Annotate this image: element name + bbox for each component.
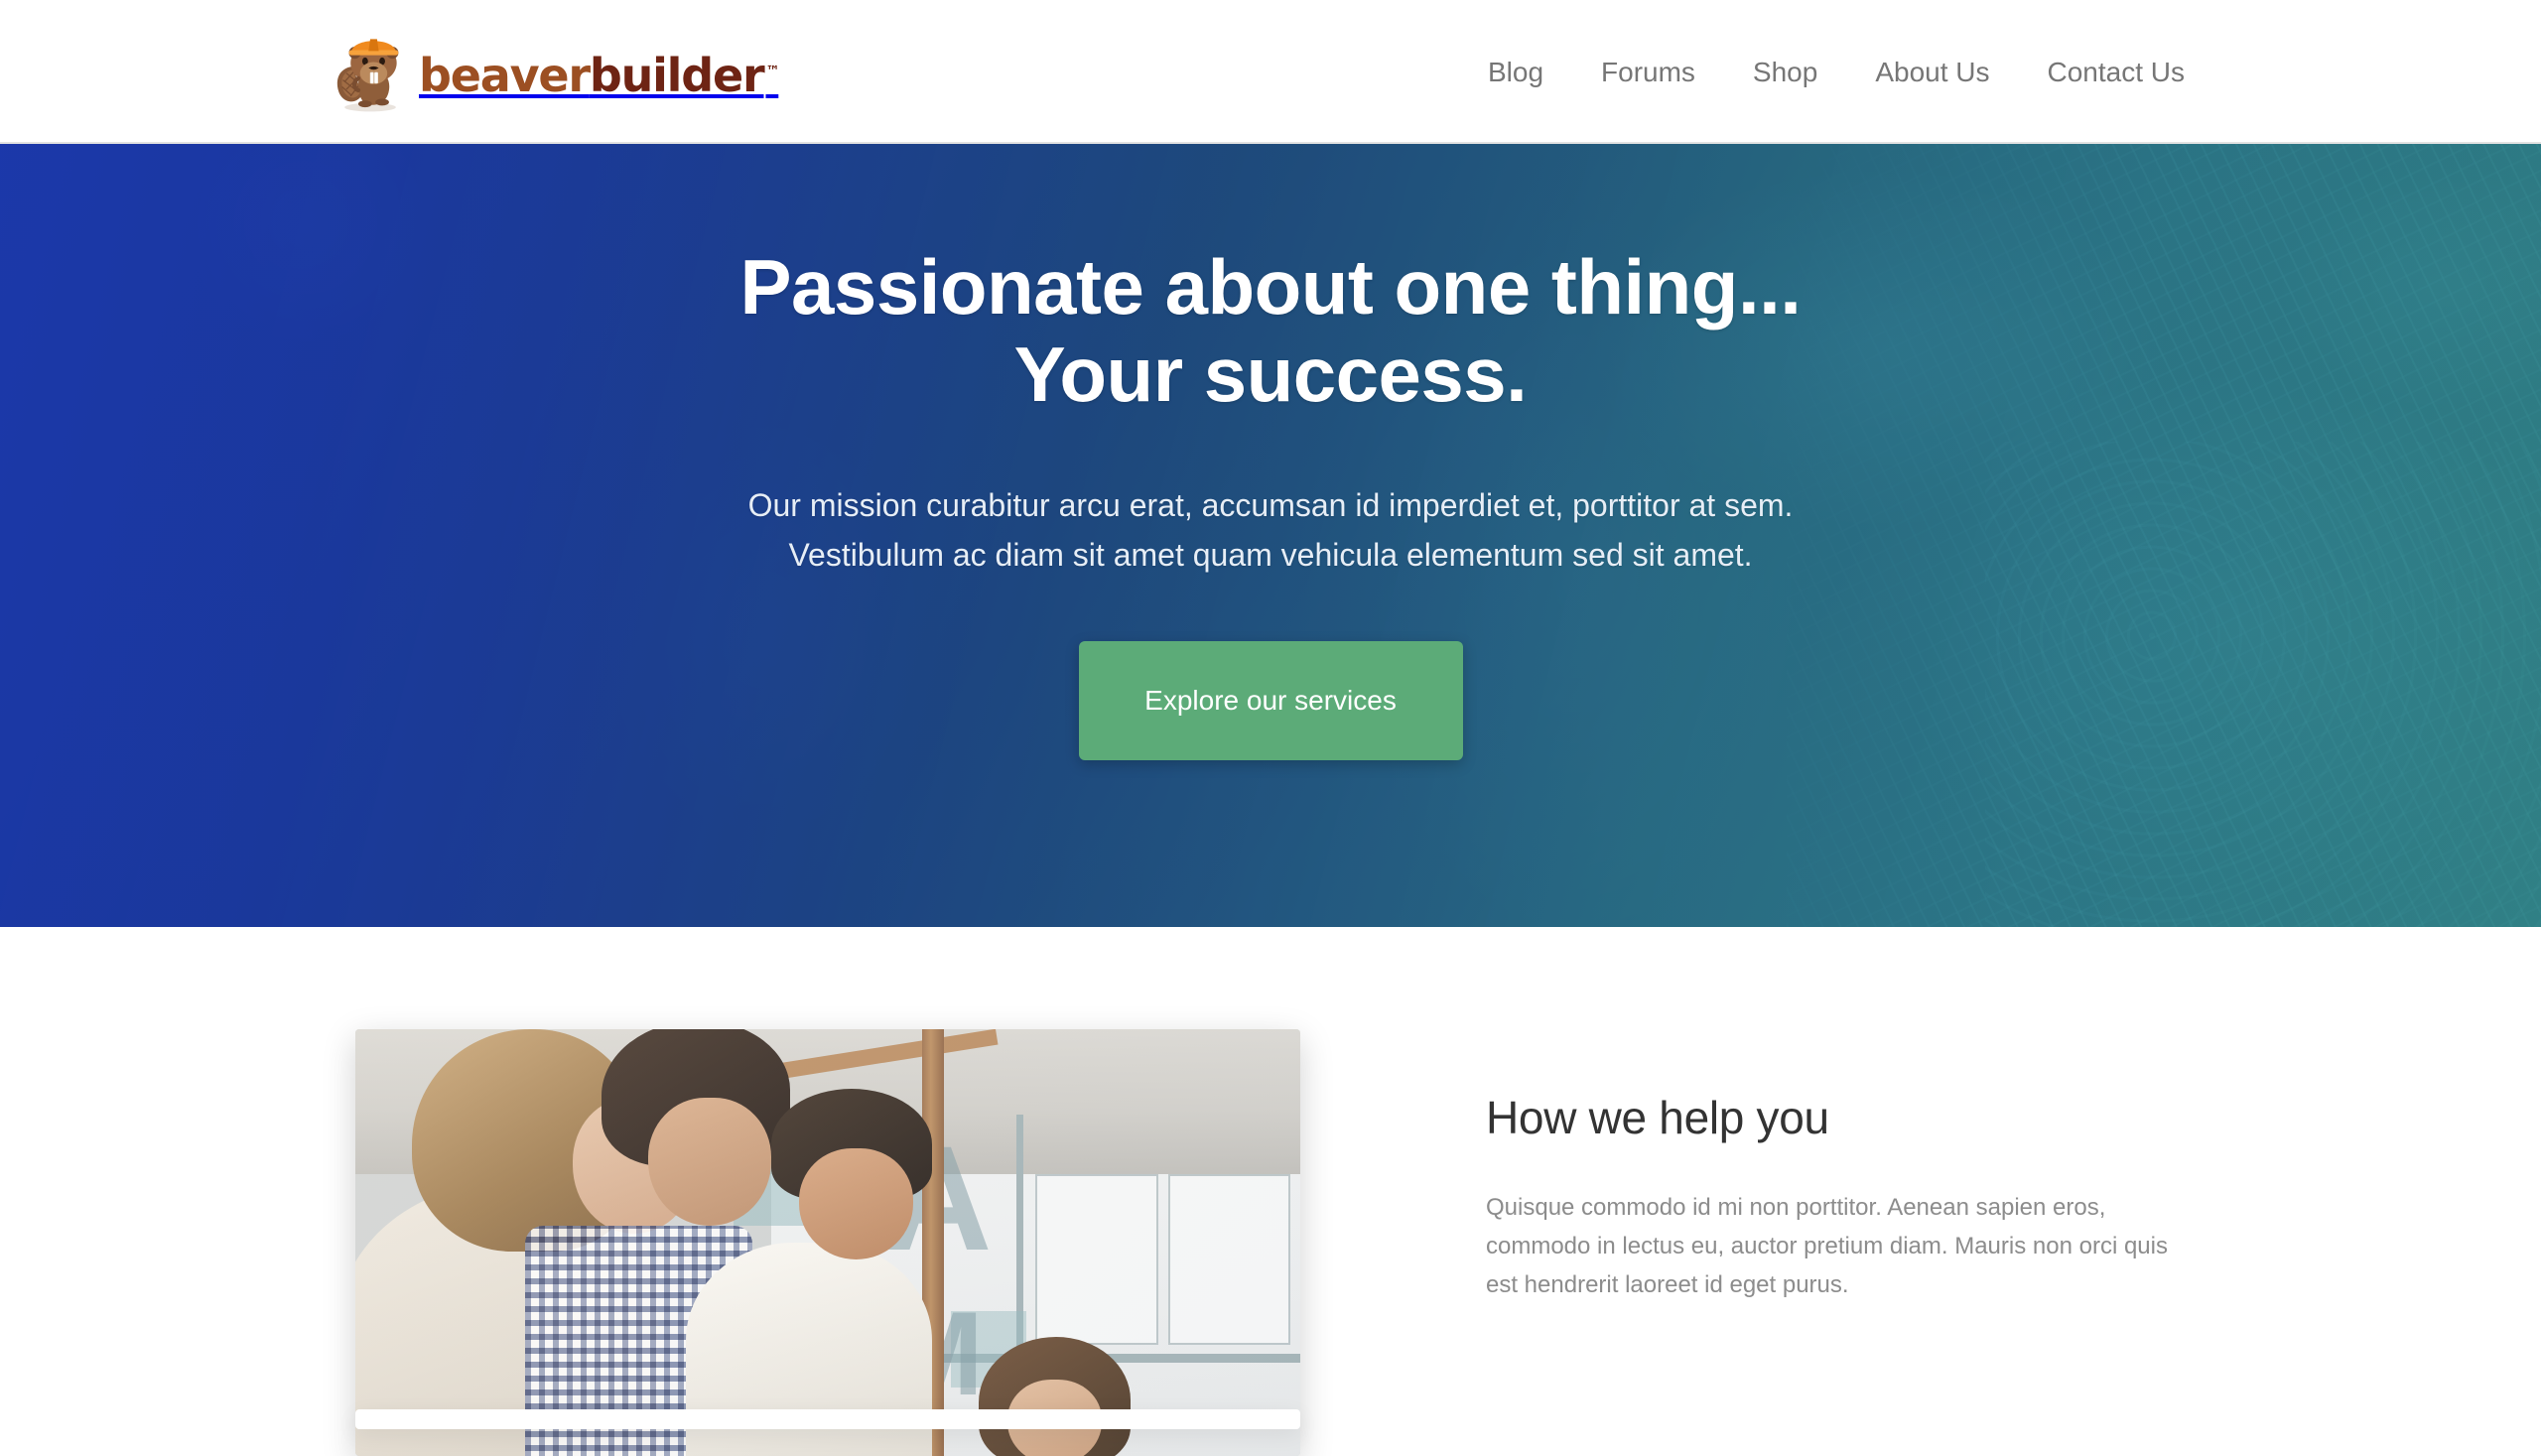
how-we-help-section: A M How we help you Quisque com	[0, 927, 2541, 1456]
hero-section: Passionate about one thing... Your succe…	[0, 144, 2541, 927]
beaver-mascot-icon	[336, 39, 399, 112]
hero-heading-line-2: Your success.	[1013, 331, 1528, 419]
photo-window-1	[1035, 1174, 1159, 1346]
nav-item-forums[interactable]: Forums	[1572, 58, 1724, 86]
team-collaboration-photo: A M	[355, 1029, 1300, 1456]
how-we-help-paragraph: Quisque commodo id mi non porttitor. Aen…	[1486, 1194, 2168, 1298]
photo-person-3-face	[799, 1148, 913, 1260]
logo-wordmark: beaverbuilder ™	[419, 53, 779, 98]
logo-word-beaver: beaver	[419, 49, 591, 102]
photo-person-2-face	[648, 1097, 771, 1226]
nav-item-contact-us[interactable]: Contact Us	[2019, 58, 2214, 86]
primary-navigation: Blog Forums Shop About Us Contact Us	[1459, 0, 2213, 144]
site-logo[interactable]: beaverbuilder ™	[328, 28, 779, 115]
hero-heading: Passionate about one thing... Your succe…	[526, 243, 2015, 418]
nav-item-about-us[interactable]: About Us	[1846, 58, 2018, 86]
logo-word-builder: builder	[589, 49, 765, 102]
site-header: beaverbuilder ™ Blog Forums Shop About Us…	[0, 0, 2541, 144]
photo-window-2	[1167, 1174, 1291, 1346]
nav-item-shop[interactable]: Shop	[1724, 58, 1846, 86]
photo-scene: A M	[355, 1029, 1300, 1456]
hero-subheading-line-1: Our mission curabitur arcu erat, accumsa…	[747, 487, 1794, 524]
nav-item-blog[interactable]: Blog	[1459, 58, 1572, 86]
next-card-top-edge	[355, 1409, 1300, 1429]
hero-subheading-line-2: Vestibulum ac diam sit amet quam vehicul…	[788, 536, 1753, 573]
how-we-help-heading: How we help you	[1486, 1092, 1829, 1143]
explore-our-services-button[interactable]: Explore our services	[1078, 641, 1463, 761]
hero-subheading: Our mission curabitur arcu erat, accumsa…	[615, 481, 1926, 580]
trademark-symbol: ™	[765, 63, 779, 79]
hero-content: Passionate about one thing... Your succe…	[0, 144, 2541, 927]
how-we-help-text-block: How we help you Quisque commodo id mi no…	[1486, 1091, 2181, 1305]
hero-heading-line-1: Passionate about one thing...	[739, 243, 1802, 331]
